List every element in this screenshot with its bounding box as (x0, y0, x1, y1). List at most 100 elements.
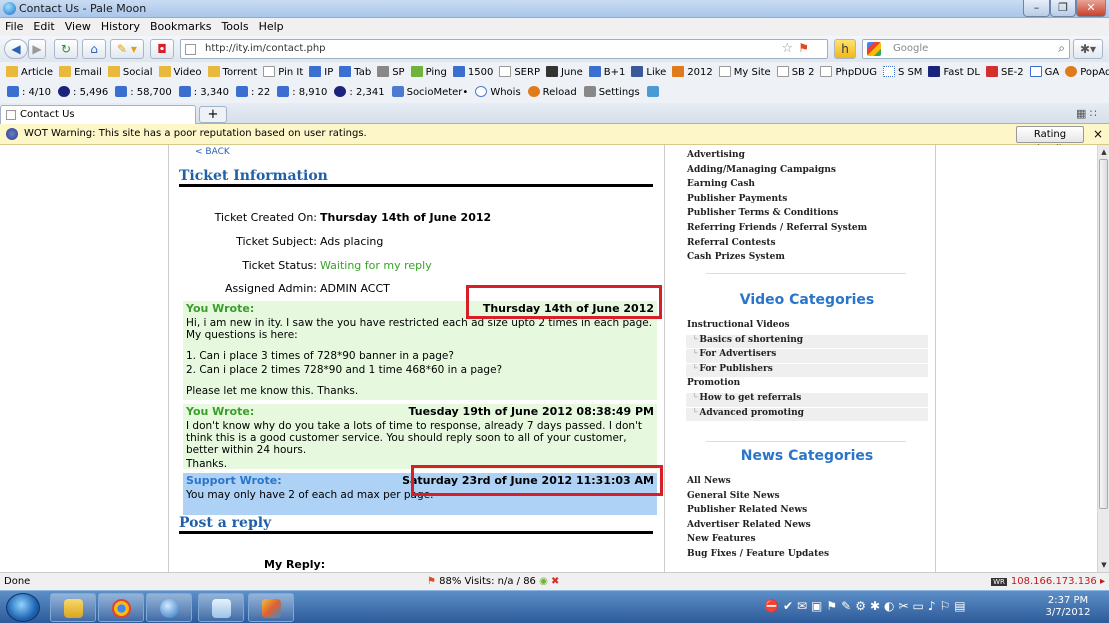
sidebar-item[interactable]: Referral Contests (686, 238, 928, 253)
stat-item[interactable]: : 22 (235, 86, 270, 98)
start-button[interactable] (6, 593, 40, 622)
bookmark-item[interactable]: Like (631, 66, 666, 78)
bookmark-item[interactable]: S SM (882, 66, 922, 78)
sidebar-item[interactable]: Cash Prizes System (686, 252, 928, 267)
menu-view[interactable]: View (60, 18, 96, 33)
search-placeholder[interactable]: Google (893, 43, 928, 54)
menu-help[interactable]: Help (254, 18, 289, 33)
bookmark-item[interactable]: GA (1029, 66, 1059, 78)
settings-button[interactable]: Settings (583, 86, 640, 98)
bookmark-item[interactable]: PopAds (1065, 66, 1109, 78)
sidebar-item[interactable]: All News (686, 476, 928, 491)
bookmark-item[interactable]: June (545, 66, 583, 78)
sidebar-item[interactable]: Publisher Terms & Conditions (686, 208, 928, 223)
sidebar-item[interactable]: New Features (686, 534, 928, 549)
search-icon[interactable]: ⌕ (1058, 41, 1065, 56)
h-addon-icon[interactable]: h (834, 39, 856, 59)
bookmark-item[interactable]: Article (6, 66, 53, 78)
home-icon[interactable]: ⌂ (82, 39, 106, 59)
stat-item[interactable]: : 2,341 (334, 86, 385, 98)
seoquake-icon[interactable] (646, 86, 662, 98)
sidebar-item[interactable]: Publisher Related News (686, 505, 928, 520)
tab-groups-icon[interactable]: ▦ ∷ (1076, 107, 1097, 120)
sidebar-subitem[interactable]: For Advertisers (686, 349, 928, 364)
bookmark-item[interactable]: Fast DL (928, 66, 980, 78)
forward-icon[interactable]: ▶ (28, 39, 46, 59)
sidebar-item[interactable]: Bug Fixes / Feature Updates (686, 549, 928, 564)
sidebar-subitem[interactable]: Basics of shortening (686, 334, 928, 350)
scroll-up-icon[interactable]: ▲ (1099, 146, 1109, 158)
rating-details-button[interactable]: Rating details (1016, 126, 1084, 155)
bookmark-item[interactable]: My Site (718, 66, 771, 78)
system-tray-icons[interactable]: ⛔✔✉▣⚑✎⚙✱◐✂▭♪⚐▤ (764, 599, 970, 613)
tab-contact-us[interactable]: Contact Us (0, 105, 196, 124)
menu-history[interactable]: History (96, 18, 145, 33)
back-icon[interactable]: ◀ (4, 39, 28, 59)
sidebar-item[interactable]: Publisher Payments (686, 194, 928, 209)
vertical-scrollbar[interactable]: ▲ ▼ (1097, 145, 1109, 572)
bookmark-item[interactable]: PhpDUG (820, 66, 877, 78)
bookmark-star-icon[interactable]: ☆ (781, 41, 793, 56)
bookmark-item[interactable]: SP (377, 66, 405, 78)
reload-stats-button[interactable]: Reload (527, 86, 577, 98)
menu-tools[interactable]: Tools (216, 18, 253, 33)
sidebar-subitem[interactable]: How to get referrals (686, 392, 928, 408)
sidebar-subitem[interactable]: For Publishers (686, 363, 928, 379)
sidebar-item[interactable]: Referring Friends / Referral System (686, 223, 928, 238)
close-icon[interactable]: × (1093, 127, 1103, 141)
bookmark-item[interactable]: Video (158, 66, 202, 78)
clock[interactable]: 2:37 PM 3/7/2012 (1040, 595, 1096, 619)
new-tab-button[interactable]: + (199, 106, 227, 123)
sociometer-button[interactable]: SocioMeter• (391, 86, 468, 98)
maximize-button[interactable]: ❐ (1050, 0, 1076, 17)
sidebar-subitem[interactable]: Advanced promoting (686, 407, 928, 423)
taskbar-paint[interactable] (248, 593, 294, 622)
menu-file[interactable]: File (0, 18, 28, 33)
bookmark-item[interactable]: 1500 (452, 66, 493, 78)
address-bar[interactable]: http://ity.im/contact.php ☆ ⚑ (180, 39, 828, 59)
bookmark-item[interactable]: IP (309, 66, 333, 78)
whois-button[interactable]: Whois (475, 86, 521, 98)
taskbar-chrome[interactable] (98, 593, 144, 622)
minimize-button[interactable]: – (1023, 0, 1050, 17)
stat-item[interactable]: : 58,700 (115, 86, 172, 98)
bookmark-item[interactable]: B+1 (588, 66, 625, 78)
sidebar-item[interactable]: Earning Cash (686, 179, 928, 194)
bookmark-item[interactable]: Torrent (207, 66, 257, 78)
taskbar-pale-moon[interactable] (146, 593, 192, 622)
back-link[interactable]: < BACK (195, 147, 230, 157)
sidebar-item[interactable]: Advertiser Related News (686, 520, 928, 535)
scroll-down-icon[interactable]: ▼ (1099, 559, 1109, 571)
stat-item[interactable]: : 3,340 (178, 86, 229, 98)
sidebar-item[interactable]: Adding/Managing Campaigns (686, 165, 928, 180)
bookmark-item[interactable]: Pin It (263, 66, 303, 78)
sidebar-item[interactable]: General Site News (686, 491, 928, 506)
bookmark-item[interactable]: SERP (499, 66, 540, 78)
menu-bookmarks[interactable]: Bookmarks (145, 18, 216, 33)
pencil-icon[interactable]: ✎ ▾ (110, 39, 144, 59)
stat-item[interactable]: : 8,910 (277, 86, 327, 98)
stat-item[interactable]: : 4/10 (7, 86, 51, 98)
server-ip[interactable]: WR 108.166.173.136 ▸ (991, 576, 1105, 587)
stop-icon[interactable]: ◘ (150, 39, 174, 59)
close-window-button[interactable]: ✕ (1076, 0, 1106, 17)
menu-edit[interactable]: Edit (28, 18, 59, 33)
bookmark-item[interactable]: Tab (339, 66, 371, 78)
bookmark-item[interactable]: SE-2 (986, 66, 1024, 78)
search-bar[interactable]: Google ⌕ (862, 39, 1070, 59)
scroll-thumb[interactable] (1099, 159, 1108, 509)
reload-icon[interactable]: ↻ (54, 39, 78, 59)
url-text[interactable]: http://ity.im/contact.php (205, 43, 326, 54)
sidebar-item[interactable]: Instructional Videos (686, 320, 928, 335)
flag-icon[interactable]: ⚑ (798, 41, 809, 55)
taskbar-explorer[interactable] (50, 593, 96, 622)
sidebar-item[interactable]: Advertising (686, 150, 928, 165)
taskbar-notepad[interactable] (198, 593, 244, 622)
bookmark-item[interactable]: Ping (410, 66, 447, 78)
bookmark-item[interactable]: Email (59, 66, 102, 78)
stat-item[interactable]: : 5,496 (58, 86, 108, 98)
bookmark-item[interactable]: 2012 (672, 66, 713, 78)
bookmark-item[interactable]: Social (107, 66, 153, 78)
sidebar-item[interactable]: Promotion (686, 378, 928, 393)
extension-menu-icon[interactable]: ✱▾ (1073, 39, 1103, 59)
